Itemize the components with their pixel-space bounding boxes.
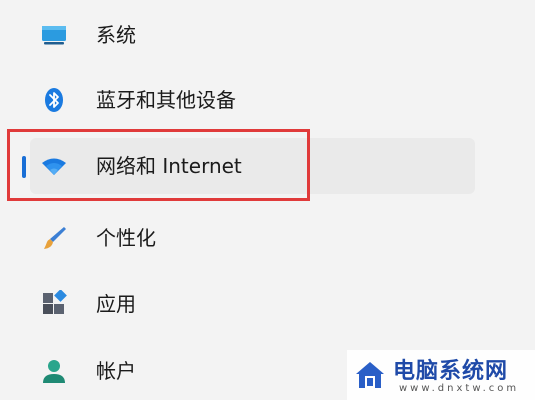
nav-item-label: 帐户 bbox=[96, 359, 136, 383]
selected-indicator bbox=[22, 156, 26, 178]
nav-item-label: 蓝牙和其他设备 bbox=[96, 88, 236, 112]
brush-icon bbox=[40, 224, 68, 252]
watermark-url: www.dnxtw.com bbox=[399, 383, 520, 394]
monitor-icon bbox=[40, 21, 68, 49]
nav-item-label: 应用 bbox=[96, 292, 136, 316]
watermark-title: 电脑系统网 bbox=[393, 358, 509, 384]
watermark: 电脑系统网 www.dnxtw.com bbox=[347, 350, 535, 400]
nav-item-system[interactable]: 系统 bbox=[30, 7, 475, 63]
house-logo-icon bbox=[353, 358, 387, 392]
apps-icon bbox=[40, 290, 68, 318]
nav-item-label: 系统 bbox=[96, 23, 136, 47]
wifi-icon bbox=[40, 152, 68, 180]
nav-item-apps[interactable]: 应用 bbox=[30, 276, 475, 332]
nav-item-personalization[interactable]: 个性化 bbox=[30, 210, 475, 266]
person-icon bbox=[40, 357, 68, 385]
nav-item-network[interactable]: 网络和 Internet bbox=[22, 138, 475, 194]
nav-item-label: 个性化 bbox=[96, 226, 156, 250]
nav-item-bluetooth[interactable]: 蓝牙和其他设备 bbox=[30, 72, 475, 128]
settings-nav: 系统 蓝牙和其他设备 网络和 Internet 个性化 应用 帐户 bbox=[0, 0, 535, 400]
nav-item-label: 网络和 Internet bbox=[96, 154, 242, 178]
bluetooth-icon bbox=[40, 86, 68, 114]
